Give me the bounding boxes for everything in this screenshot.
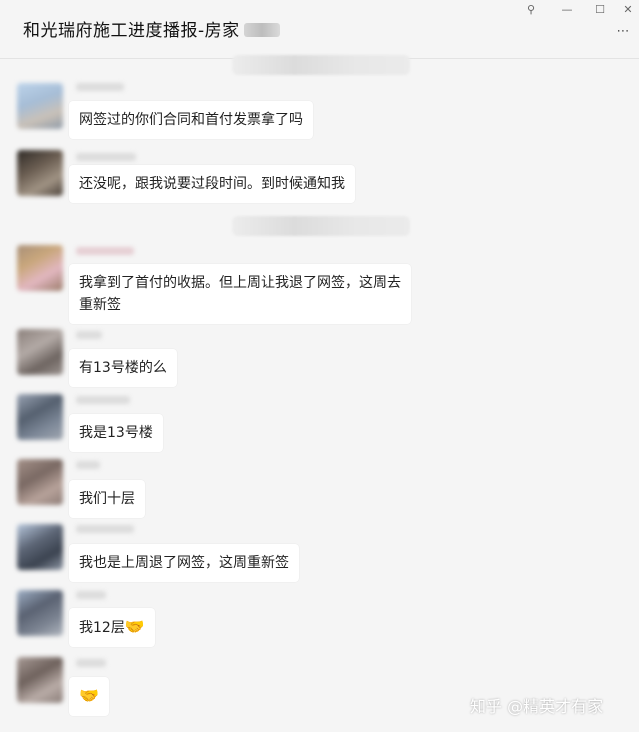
message-bubble[interactable]: 还没呢，跟我说要过段时间。到时候通知我 (69, 165, 355, 203)
message-text: 我拿到了首付的收据。但上周让我退了网签，这周去重新签 (79, 275, 401, 313)
watermark: 知乎 @精英才有家 (470, 697, 604, 716)
chat-title-text: 和光瑞府施工进度播报-房家 (23, 21, 240, 41)
message-text: 有13号楼的么 (79, 360, 167, 376)
pin-icon[interactable]: ⚲ (521, 2, 541, 18)
avatar[interactable] (17, 83, 63, 129)
sender-name-blurred (76, 461, 100, 469)
avatar[interactable] (17, 245, 63, 291)
avatar[interactable] (17, 524, 63, 570)
avatar[interactable] (17, 329, 63, 375)
message-text: 还没呢，跟我说要过段时间。到时候通知我 (79, 176, 345, 192)
message-text: 我也是上周退了网签，这周重新签 (79, 555, 289, 571)
blurred-timestamp (232, 216, 410, 236)
avatar[interactable] (17, 459, 63, 505)
message-bubble[interactable]: 有13号楼的么 (69, 349, 177, 387)
message-bubble[interactable]: 我12层🤝 (69, 608, 155, 647)
minimize-icon[interactable]: — (557, 2, 577, 18)
maximize-icon[interactable]: ☐ (590, 2, 610, 18)
avatar[interactable] (17, 394, 63, 440)
avatar[interactable] (17, 657, 63, 703)
message-bubble[interactable]: 我们十层 (69, 480, 145, 518)
sender-name-blurred (76, 396, 130, 404)
message-bubble[interactable]: 我拿到了首付的收据。但上周让我退了网签，这周去重新签 (69, 264, 411, 324)
chat-title: 和光瑞府施工进度播报-房家 (23, 16, 280, 41)
more-options-icon[interactable]: ⋯ (613, 24, 633, 40)
avatar[interactable] (17, 150, 63, 196)
blurred-member-count (243, 23, 280, 37)
message-text: 我们十层 (79, 491, 135, 507)
close-icon[interactable]: ✕ (618, 2, 638, 18)
handshake-icon: 🤝 (79, 686, 99, 705)
sender-name-blurred (76, 591, 106, 599)
handshake-icon: 🤝 (124, 617, 145, 636)
title-bar: 和光瑞府施工进度播报-房家 ⚲ — ☐ ✕ ⋯ (0, 0, 639, 59)
message-text: 我是13号楼 (79, 425, 153, 441)
message-list[interactable]: 网签过的你们合同和首付发票拿了吗 还没呢，跟我说要过段时间。到时候通知我 我拿到… (0, 55, 639, 732)
message-text: 网签过的你们合同和首付发票拿了吗 (79, 112, 303, 128)
message-bubble[interactable]: 我也是上周退了网签，这周重新签 (69, 544, 299, 582)
blurred-timestamp (232, 55, 410, 75)
message-bubble[interactable]: 网签过的你们合同和首付发票拿了吗 (69, 101, 313, 139)
sender-name-blurred (76, 83, 124, 91)
message-text: 我12层 (79, 620, 125, 636)
message-bubble[interactable]: 🤝 (69, 677, 109, 716)
avatar[interactable] (17, 590, 63, 636)
sender-name-blurred (76, 247, 134, 255)
sender-name-blurred (76, 331, 102, 339)
sender-name-blurred (76, 525, 134, 533)
sender-name-blurred (76, 659, 106, 667)
chat-window: 和光瑞府施工进度播报-房家 ⚲ — ☐ ✕ ⋯ 网签过的你们合同和首付发票拿了吗… (0, 0, 639, 732)
message-bubble[interactable]: 我是13号楼 (69, 414, 163, 452)
sender-name-blurred (76, 153, 136, 161)
